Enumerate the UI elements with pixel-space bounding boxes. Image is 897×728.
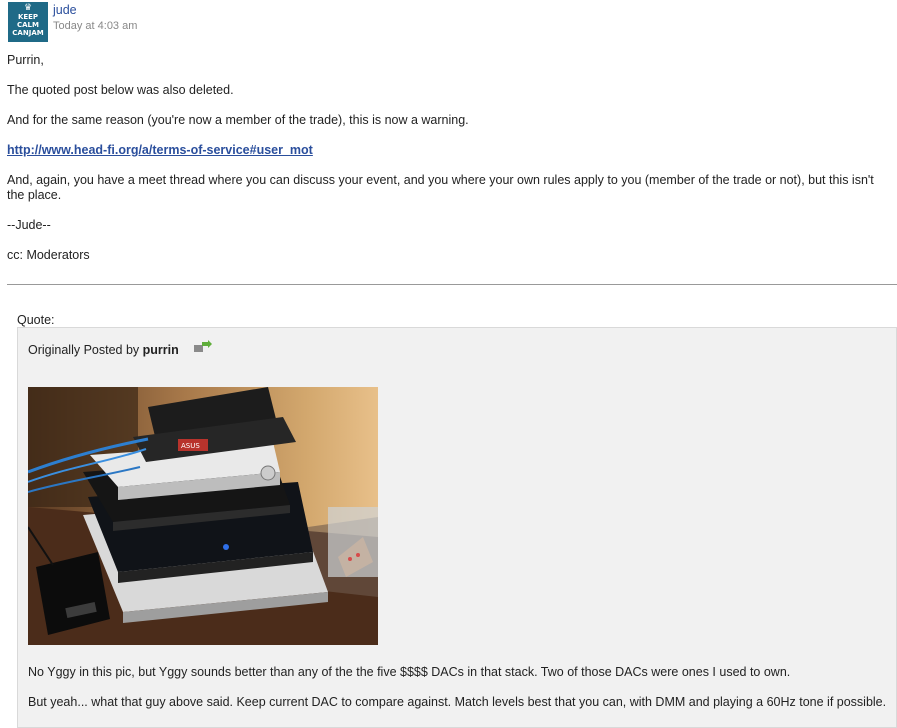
share-arrow-icon[interactable] bbox=[193, 340, 213, 354]
terms-of-service-link[interactable]: http://www.head-fi.org/a/terms-of-servic… bbox=[7, 143, 313, 157]
avatar-line-calm: CALM bbox=[17, 21, 39, 29]
message-paragraph: And for the same reason (you're now a me… bbox=[7, 113, 469, 127]
quoted-photo: ASUS bbox=[28, 387, 378, 645]
post-timestamp: Today at 4:03 am bbox=[53, 20, 138, 32]
quote-label: Quote: bbox=[17, 313, 55, 327]
quote-author-name[interactable]: purrin bbox=[143, 343, 179, 357]
author-username-link[interactable]: jude bbox=[53, 3, 77, 17]
message-paragraph: And, again, you have a meet thread where… bbox=[7, 173, 874, 202]
quote-attribution: Originally Posted by purrin bbox=[28, 343, 179, 357]
avatar-line-canjam: CANJAM bbox=[12, 29, 44, 37]
originally-posted-by-label: Originally Posted by bbox=[28, 343, 140, 357]
post-divider bbox=[7, 284, 897, 285]
quote-paragraph: No Yggy in this pic, but Yggy sounds bet… bbox=[28, 665, 791, 679]
photo-asus-label: ASUS bbox=[181, 442, 200, 450]
user-avatar[interactable]: ♛ KEEP CALM CANJAM bbox=[8, 2, 48, 42]
quote-paragraph: But yeah... what that guy above said. Ke… bbox=[28, 695, 887, 709]
message-greeting: Purrin, bbox=[7, 53, 44, 67]
message-link-line: http://www.head-fi.org/a/terms-of-servic… bbox=[7, 143, 892, 158]
message-paragraph: The quoted post below was also deleted. bbox=[7, 83, 234, 97]
crown-icon: ♛ bbox=[23, 3, 33, 13]
avatar-line-keep: KEEP bbox=[17, 13, 39, 21]
message-signature: --Jude-- bbox=[7, 218, 51, 232]
message-cc: cc: Moderators bbox=[7, 248, 90, 262]
